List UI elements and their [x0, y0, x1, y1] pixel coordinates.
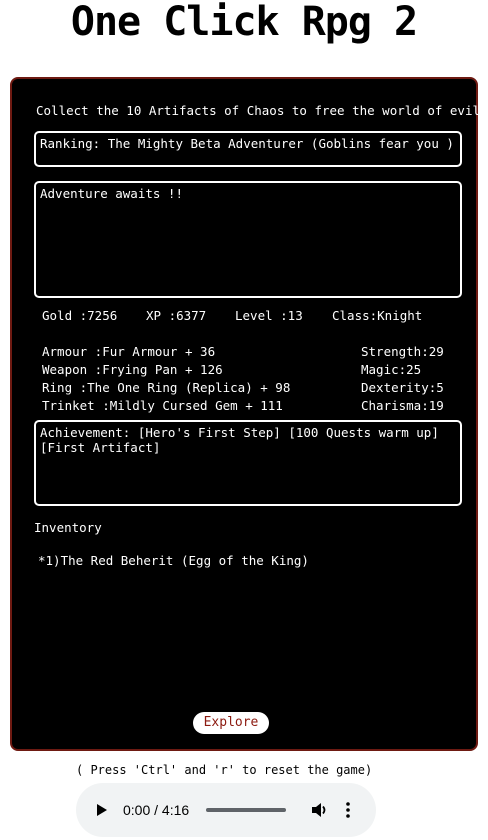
more-options-icon[interactable]: [344, 800, 352, 820]
reset-hint: ( Press 'Ctrl' and 'r' to reset the game…: [76, 763, 373, 777]
xp-stat: XP :6377: [146, 308, 207, 323]
game-panel: Collect the 10 Artifacts of Chaos to fre…: [10, 77, 488, 751]
trinket-slot: Trinket :Mildly Cursed Gem + 111: [42, 398, 283, 413]
ranking-box: Ranking: The Mighty Beta Adventurer (Gob…: [34, 131, 462, 167]
magic-stat: Magic:25: [361, 362, 422, 377]
strength-stat: Strength:29: [361, 344, 444, 359]
play-icon[interactable]: [97, 804, 107, 816]
weapon-slot: Weapon :Frying Pan + 126: [42, 362, 223, 377]
ring-slot: Ring :The One Ring (Replica) + 98: [42, 380, 291, 395]
class-stat: Class:Knight: [332, 308, 423, 323]
explore-button[interactable]: Explore: [193, 712, 269, 734]
level-stat: Level :13: [235, 308, 303, 323]
gold-stat: Gold :7256: [42, 308, 118, 323]
intro-text: Collect the 10 Artifacts of Chaos to fre…: [36, 103, 488, 118]
armour-slot: Armour :Fur Armour + 36: [42, 344, 216, 359]
dexterity-stat: Dexterity:5: [361, 380, 444, 395]
achievements-box: Achievement: [Hero's First Step] [100 Qu…: [34, 420, 462, 506]
adventure-log: Adventure awaits !!: [34, 181, 462, 298]
inventory-item: *1)The Red Beherit (Egg of the King): [38, 553, 309, 568]
audio-player: 0:00 / 4:16: [76, 783, 376, 837]
inventory-label: Inventory: [34, 520, 102, 535]
volume-icon[interactable]: [309, 800, 329, 820]
audio-progress-slider[interactable]: [206, 808, 286, 812]
audio-time: 0:00 / 4:16: [123, 802, 190, 818]
charisma-stat: Charisma:19: [361, 398, 444, 413]
page-title: One Click Rpg 2: [70, 0, 418, 45]
